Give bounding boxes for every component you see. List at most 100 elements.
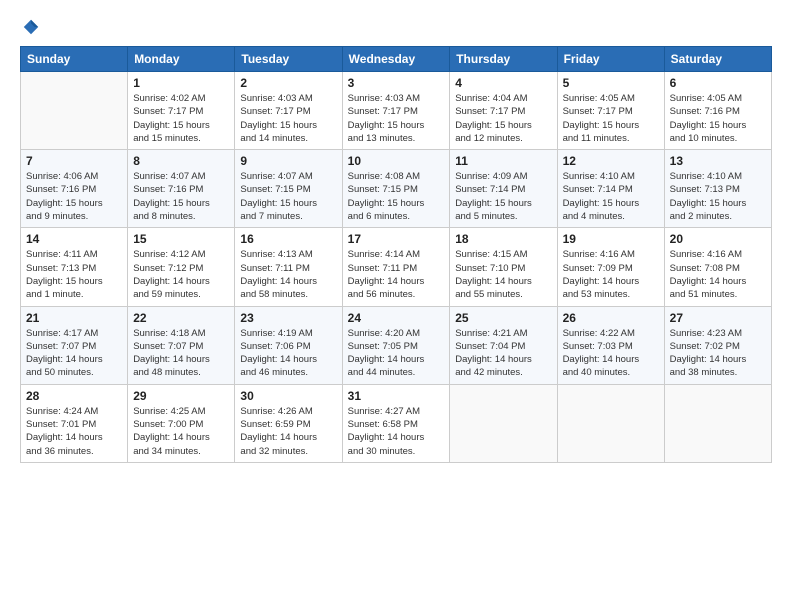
week-row-3: 14Sunrise: 4:11 AM Sunset: 7:13 PM Dayli… xyxy=(21,228,772,306)
day-cell: 4 Sunrise: 4:04 AM Sunset: 7:17 PM Daylig… xyxy=(450,72,557,150)
day-info: Sunrise: 4:16 AM Sunset: 7:09 PM Dayligh… xyxy=(563,248,659,301)
day-number: 2 xyxy=(240,76,336,90)
day-cell: 22 Sunrise: 4:18 AM Sunset: 7:07 PM Dayli… xyxy=(128,306,235,384)
header xyxy=(20,18,772,36)
day-number: 29 xyxy=(133,389,229,403)
day-number: 23 xyxy=(240,311,336,325)
day-info: Sunrise: 4:10 AM Sunset: 7:14 PM Dayligh… xyxy=(563,170,659,223)
day-cell: 2 Sunrise: 4:03 AM Sunset: 7:17 PM Daylig… xyxy=(235,72,342,150)
day-number: 13 xyxy=(670,154,766,168)
day-info: Sunrise: 4:07 AM Sunset: 7:16 PM Dayligh… xyxy=(133,170,229,223)
day-info: Sunrise: 4:11 AM Sunset: 7:13 PM Dayligh… xyxy=(26,248,122,301)
day-number: 18 xyxy=(455,232,551,246)
col-header-tuesday: Tuesday xyxy=(235,47,342,72)
page: SundayMondayTuesdayWednesdayThursdayFrid… xyxy=(0,0,792,612)
day-cell: 19 Sunrise: 4:16 AM Sunset: 7:09 PM Dayli… xyxy=(557,228,664,306)
day-cell xyxy=(664,384,771,462)
day-info: Sunrise: 4:21 AM Sunset: 7:04 PM Dayligh… xyxy=(455,327,551,380)
calendar-table: SundayMondayTuesdayWednesdayThursdayFrid… xyxy=(20,46,772,463)
day-info: Sunrise: 4:27 AM Sunset: 6:58 PM Dayligh… xyxy=(348,405,445,458)
day-number: 8 xyxy=(133,154,229,168)
day-number: 4 xyxy=(455,76,551,90)
day-cell: 3 Sunrise: 4:03 AM Sunset: 7:17 PM Daylig… xyxy=(342,72,450,150)
day-cell: 12 Sunrise: 4:10 AM Sunset: 7:14 PM Dayli… xyxy=(557,150,664,228)
day-number: 22 xyxy=(133,311,229,325)
day-number: 30 xyxy=(240,389,336,403)
day-info: Sunrise: 4:15 AM Sunset: 7:10 PM Dayligh… xyxy=(455,248,551,301)
day-info: Sunrise: 4:09 AM Sunset: 7:14 PM Dayligh… xyxy=(455,170,551,223)
day-info: Sunrise: 4:04 AM Sunset: 7:17 PM Dayligh… xyxy=(455,92,551,145)
day-info: Sunrise: 4:17 AM Sunset: 7:07 PM Dayligh… xyxy=(26,327,122,380)
day-cell: 11 Sunrise: 4:09 AM Sunset: 7:14 PM Dayli… xyxy=(450,150,557,228)
day-number: 12 xyxy=(563,154,659,168)
day-info: Sunrise: 4:05 AM Sunset: 7:16 PM Dayligh… xyxy=(670,92,766,145)
day-info: Sunrise: 4:18 AM Sunset: 7:07 PM Dayligh… xyxy=(133,327,229,380)
day-number: 26 xyxy=(563,311,659,325)
col-header-monday: Monday xyxy=(128,47,235,72)
day-info: Sunrise: 4:05 AM Sunset: 7:17 PM Dayligh… xyxy=(563,92,659,145)
week-row-4: 21 Sunrise: 4:17 AM Sunset: 7:07 PM Dayli… xyxy=(21,306,772,384)
day-cell: 14Sunrise: 4:11 AM Sunset: 7:13 PM Dayli… xyxy=(21,228,128,306)
col-header-sunday: Sunday xyxy=(21,47,128,72)
day-number: 9 xyxy=(240,154,336,168)
day-cell: 25 Sunrise: 4:21 AM Sunset: 7:04 PM Dayli… xyxy=(450,306,557,384)
day-number: 21 xyxy=(26,311,122,325)
day-cell: 28 Sunrise: 4:24 AM Sunset: 7:01 PM Dayli… xyxy=(21,384,128,462)
day-cell: 7Sunrise: 4:06 AM Sunset: 7:16 PM Daylig… xyxy=(21,150,128,228)
day-cell xyxy=(21,72,128,150)
day-number: 1 xyxy=(133,76,229,90)
day-info: Sunrise: 4:06 AM Sunset: 7:16 PM Dayligh… xyxy=(26,170,122,223)
day-info: Sunrise: 4:12 AM Sunset: 7:12 PM Dayligh… xyxy=(133,248,229,301)
day-number: 25 xyxy=(455,311,551,325)
day-number: 28 xyxy=(26,389,122,403)
day-info: Sunrise: 4:19 AM Sunset: 7:06 PM Dayligh… xyxy=(240,327,336,380)
day-info: Sunrise: 4:08 AM Sunset: 7:15 PM Dayligh… xyxy=(348,170,445,223)
day-cell: 9 Sunrise: 4:07 AM Sunset: 7:15 PM Daylig… xyxy=(235,150,342,228)
day-info: Sunrise: 4:20 AM Sunset: 7:05 PM Dayligh… xyxy=(348,327,445,380)
day-cell: 6 Sunrise: 4:05 AM Sunset: 7:16 PM Daylig… xyxy=(664,72,771,150)
day-number: 6 xyxy=(670,76,766,90)
day-cell: 24 Sunrise: 4:20 AM Sunset: 7:05 PM Dayli… xyxy=(342,306,450,384)
week-row-5: 28 Sunrise: 4:24 AM Sunset: 7:01 PM Dayli… xyxy=(21,384,772,462)
day-cell: 13 Sunrise: 4:10 AM Sunset: 7:13 PM Dayli… xyxy=(664,150,771,228)
day-cell: 17 Sunrise: 4:14 AM Sunset: 7:11 PM Dayli… xyxy=(342,228,450,306)
day-number: 20 xyxy=(670,232,766,246)
day-info: Sunrise: 4:07 AM Sunset: 7:15 PM Dayligh… xyxy=(240,170,336,223)
day-info: Sunrise: 4:22 AM Sunset: 7:03 PM Dayligh… xyxy=(563,327,659,380)
day-number: 11 xyxy=(455,154,551,168)
day-info: Sunrise: 4:10 AM Sunset: 7:13 PM Dayligh… xyxy=(670,170,766,223)
day-cell: 23 Sunrise: 4:19 AM Sunset: 7:06 PM Dayli… xyxy=(235,306,342,384)
day-cell: 18 Sunrise: 4:15 AM Sunset: 7:10 PM Dayli… xyxy=(450,228,557,306)
logo-icon xyxy=(22,18,40,36)
day-info: Sunrise: 4:25 AM Sunset: 7:00 PM Dayligh… xyxy=(133,405,229,458)
day-info: Sunrise: 4:13 AM Sunset: 7:11 PM Dayligh… xyxy=(240,248,336,301)
day-cell: 8 Sunrise: 4:07 AM Sunset: 7:16 PM Daylig… xyxy=(128,150,235,228)
day-cell: 16Sunrise: 4:13 AM Sunset: 7:11 PM Dayli… xyxy=(235,228,342,306)
day-cell: 31Sunrise: 4:27 AM Sunset: 6:58 PM Dayli… xyxy=(342,384,450,462)
day-number: 15 xyxy=(133,232,229,246)
day-cell: 20 Sunrise: 4:16 AM Sunset: 7:08 PM Dayli… xyxy=(664,228,771,306)
day-number: 10 xyxy=(348,154,445,168)
day-info: Sunrise: 4:16 AM Sunset: 7:08 PM Dayligh… xyxy=(670,248,766,301)
day-info: Sunrise: 4:03 AM Sunset: 7:17 PM Dayligh… xyxy=(240,92,336,145)
day-cell xyxy=(557,384,664,462)
day-info: Sunrise: 4:14 AM Sunset: 7:11 PM Dayligh… xyxy=(348,248,445,301)
day-cell: 26 Sunrise: 4:22 AM Sunset: 7:03 PM Dayli… xyxy=(557,306,664,384)
day-cell: 21 Sunrise: 4:17 AM Sunset: 7:07 PM Dayli… xyxy=(21,306,128,384)
day-number: 3 xyxy=(348,76,445,90)
day-info: Sunrise: 4:02 AM Sunset: 7:17 PM Dayligh… xyxy=(133,92,229,145)
day-number: 19 xyxy=(563,232,659,246)
day-number: 5 xyxy=(563,76,659,90)
week-row-1: 1 Sunrise: 4:02 AM Sunset: 7:17 PM Daylig… xyxy=(21,72,772,150)
col-header-friday: Friday xyxy=(557,47,664,72)
day-info: Sunrise: 4:24 AM Sunset: 7:01 PM Dayligh… xyxy=(26,405,122,458)
day-info: Sunrise: 4:03 AM Sunset: 7:17 PM Dayligh… xyxy=(348,92,445,145)
day-number: 17 xyxy=(348,232,445,246)
day-cell: 27Sunrise: 4:23 AM Sunset: 7:02 PM Dayli… xyxy=(664,306,771,384)
col-header-wednesday: Wednesday xyxy=(342,47,450,72)
day-number: 24 xyxy=(348,311,445,325)
col-header-saturday: Saturday xyxy=(664,47,771,72)
col-header-thursday: Thursday xyxy=(450,47,557,72)
day-cell xyxy=(450,384,557,462)
day-cell: 29 Sunrise: 4:25 AM Sunset: 7:00 PM Dayli… xyxy=(128,384,235,462)
